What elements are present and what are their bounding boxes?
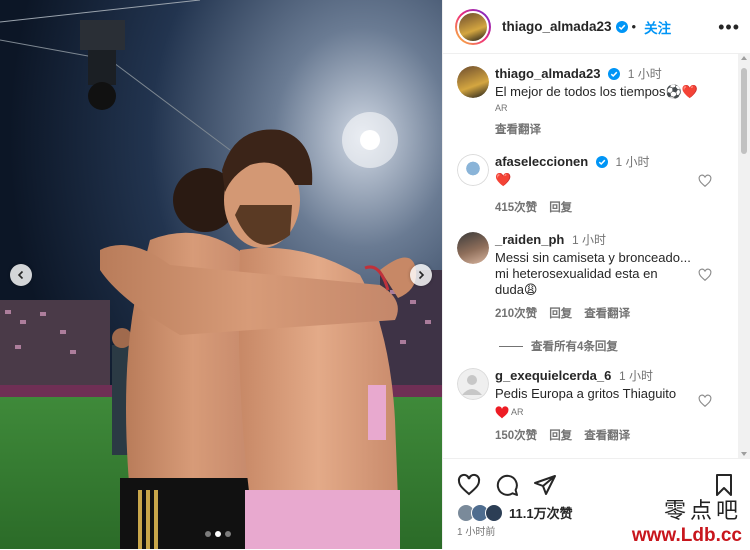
- caption-username[interactable]: thiago_almada23: [495, 66, 601, 81]
- more-options-icon[interactable]: •••: [718, 18, 740, 36]
- likes-count[interactable]: 11.1万次赞: [509, 503, 573, 522]
- scroll-down-arrow[interactable]: [741, 452, 747, 456]
- comments-scrollbar[interactable]: [738, 54, 750, 458]
- comment-avatar[interactable]: [457, 232, 489, 264]
- caption-badge: AR: [495, 103, 508, 113]
- comment-text-line: mi heterosexualidad esta en: [495, 266, 658, 281]
- comment-avatar[interactable]: [457, 368, 489, 400]
- comment-time: 1 小时: [618, 369, 653, 383]
- author-username[interactable]: thiago_almada23: [502, 19, 612, 34]
- comment-text: Pedis Europa a gritos Thiaguito: [495, 386, 677, 401]
- next-image-button[interactable]: [410, 264, 432, 286]
- comment-likes[interactable]: 415次赞: [495, 200, 537, 216]
- liker-avatars: [457, 503, 503, 522]
- previous-image-button[interactable]: [10, 264, 32, 286]
- view-all-replies-link[interactable]: 查看所有4条回复: [499, 338, 618, 354]
- reply-button[interactable]: 回复: [549, 428, 572, 444]
- carousel-dot-active: [215, 531, 221, 537]
- reply-button[interactable]: 回复: [549, 306, 572, 322]
- caption-time: 1 小时: [627, 67, 662, 81]
- comment-username[interactable]: afaseleccionen: [495, 154, 588, 169]
- posted-time[interactable]: 1 小时前: [457, 523, 495, 538]
- like-heart-icon[interactable]: [457, 473, 481, 497]
- verified-icon: [608, 68, 621, 80]
- verified-icon: [615, 20, 628, 33]
- comment: g_exequielcerda_6 1 小时 Pedis Europa a gr…: [457, 368, 730, 444]
- comment-likes[interactable]: 210次赞: [495, 306, 537, 322]
- watermark: 零点吧 www.Ldb.cc: [632, 493, 742, 547]
- comment-username[interactable]: g_exequielcerda_6: [495, 368, 611, 383]
- watermark-chinese: 零点吧: [663, 499, 742, 524]
- post-details-panel: thiago_almada23 • 关注 ••• thiago_almada23…: [442, 0, 750, 549]
- separator-dot: •: [631, 19, 637, 34]
- comment-icon[interactable]: [495, 473, 519, 497]
- follow-button[interactable]: 关注: [644, 17, 671, 37]
- divider-line: [499, 345, 523, 347]
- caption-text: El mejor de todos los tiempos⚽❤️: [495, 84, 698, 99]
- watermark-url: www.Ldb.cc: [631, 525, 742, 546]
- comments-list[interactable]: thiago_almada23 1 小时 El mejor de todos l…: [443, 54, 738, 458]
- likes-summary[interactable]: 11.1万次赞: [457, 503, 573, 522]
- scroll-thumb[interactable]: [741, 68, 747, 154]
- translate-link[interactable]: 查看翻译: [584, 428, 630, 444]
- carousel-dot: [205, 531, 211, 537]
- photo-illustration: [0, 0, 442, 549]
- comment-text-line: duda😩: [495, 282, 538, 297]
- caption: thiago_almada23 1 小时 El mejor de todos l…: [457, 66, 730, 138]
- comment-text-line: Messi sin camiseta y bronceado...: [495, 250, 691, 265]
- liker-avatar: [485, 503, 503, 522]
- heart-icon[interactable]: [698, 394, 712, 408]
- comment-time: 1 小时: [571, 233, 606, 247]
- caption-avatar[interactable]: [457, 66, 489, 98]
- comment-username[interactable]: _raiden_ph: [495, 232, 564, 247]
- scroll-up-arrow[interactable]: [741, 56, 747, 60]
- view-all-replies-label: 查看所有4条回复: [531, 341, 618, 353]
- comment-time: 1 小时: [615, 155, 650, 169]
- reply-button[interactable]: 回复: [549, 200, 572, 216]
- comment-text: ❤️: [495, 172, 512, 187]
- comment: _raiden_ph 1 小时 Messi sin camiseta y bro…: [457, 232, 730, 322]
- chevron-right-icon: [418, 270, 425, 280]
- comment: afaseleccionen 1 小时 ❤️ 415次赞 回复: [457, 154, 730, 216]
- heart-emoji-icon: [495, 405, 509, 418]
- heart-icon[interactable]: [698, 268, 712, 282]
- author-avatar[interactable]: [455, 8, 491, 45]
- carousel-indicator: [205, 531, 231, 537]
- default-avatar-icon: [462, 375, 482, 395]
- verified-icon: [595, 156, 608, 168]
- heart-icon[interactable]: [698, 174, 712, 188]
- post-photo[interactable]: [0, 0, 442, 549]
- share-icon[interactable]: [533, 473, 557, 497]
- post-header: thiago_almada23 • 关注 •••: [443, 0, 750, 54]
- comment-avatar[interactable]: [457, 154, 489, 186]
- comment-badge: AR: [511, 407, 524, 417]
- carousel-dot: [225, 531, 231, 537]
- caption-translate-link[interactable]: 查看翻译: [495, 122, 541, 138]
- translate-link[interactable]: 查看翻译: [584, 306, 630, 322]
- comment-likes[interactable]: 150次赞: [495, 428, 537, 444]
- chevron-left-icon: [17, 270, 24, 280]
